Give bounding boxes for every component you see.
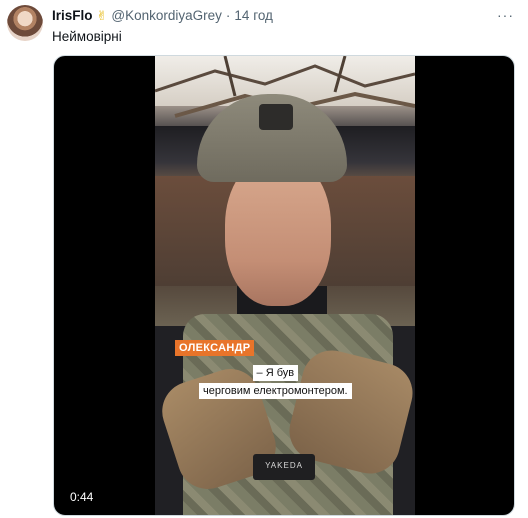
avatar[interactable] [7,5,43,41]
video-player[interactable]: YAKEDA ОЛЕКСАНДР – Я був черговим електр… [53,55,515,516]
tweet-header: IrisFlo ✌ @KonkordiyaGrey · 14 год [52,7,273,24]
subtitle: – Я був черговим електромонтером. [199,365,352,401]
video-duration: 0:44 [65,488,99,506]
tweet: IrisFlo ✌ @KonkordiyaGrey · 14 год ··· Н… [0,0,528,518]
timestamp[interactable]: 14 год [234,7,272,24]
subtitle-line-1: – Я був [252,365,299,381]
user-handle[interactable]: @KonkordiyaGrey [111,7,222,24]
patch-logo-text: YAKEDA [265,461,303,470]
more-options-icon[interactable]: ··· [497,7,514,23]
video-frame[interactable]: YAKEDA [155,56,415,515]
helmet-mount [259,104,293,130]
speaker-name-tag: ОЛЕКСАНДР [175,340,255,356]
separator-dot: · [225,8,231,23]
tweet-text: Неймовірні [52,29,122,44]
subtitle-line-2: черговим електромонтером. [199,383,352,399]
victory-hand-emoji: ✌ [96,8,108,23]
display-name[interactable]: IrisFlo [52,7,93,24]
vest-patch: YAKEDA [253,454,315,480]
